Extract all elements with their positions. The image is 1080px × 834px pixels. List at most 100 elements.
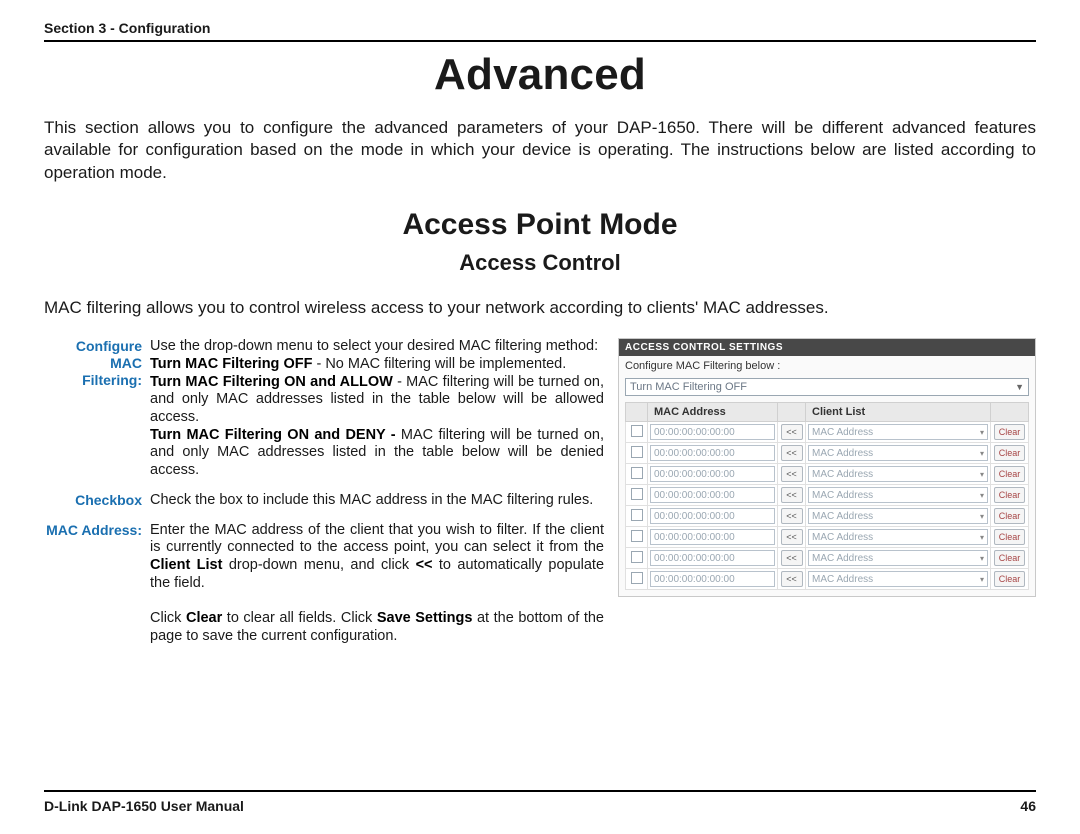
description-paragraph: MAC filtering allows you to control wire… [44,298,1036,318]
client-list-select[interactable]: MAC Address ▾ [808,571,988,587]
def-body-mac-address: Enter the MAC address of the client that… [150,522,604,646]
def-label-checkbox: Checkbox [44,492,150,510]
def-label-mac-address: MAC Address: [44,522,150,646]
def-bold: Turn MAC Filtering OFF [150,356,312,372]
page-footer: D-Link DAP-1650 User Manual 46 [44,790,1036,814]
row-checkbox[interactable] [631,425,643,437]
row-checkbox[interactable] [631,467,643,479]
def-bold: Turn MAC Filtering ON and ALLOW [150,374,393,390]
table-row: 00:00:00:00:00:00 << MAC Address▾ Clear [626,422,1029,443]
def-bold: Client List [150,557,222,573]
panel-title: ACCESS CONTROL SETTINGS [619,339,1035,356]
clear-button[interactable]: Clear [994,424,1026,440]
def-label-configure-mac: Configure MAC Filtering: [44,338,150,480]
sub-title: Access Control [44,250,1036,276]
row-checkbox[interactable] [631,488,643,500]
client-list-select[interactable]: MAC Address ▾ [808,550,988,566]
client-list-select[interactable]: MAC Address▾ [808,466,988,482]
mac-address-input[interactable]: 00:00:00:00:00:00 [650,424,775,440]
section-header: Section 3 - Configuration [44,20,1036,42]
mac-filtering-dropdown[interactable]: Turn MAC Filtering OFF ▼ [625,378,1029,396]
chevron-down-icon: ▾ [980,554,984,563]
row-checkbox[interactable] [631,509,643,521]
copy-mac-button[interactable]: << [781,508,803,524]
copy-mac-button[interactable]: << [781,571,803,587]
mac-address-input[interactable]: 00:00:00:00:00:00 [650,571,775,587]
th-clear [991,403,1029,422]
select-placeholder: MAC Address [812,490,873,501]
intro-paragraph: This section allows you to configure the… [44,117,1036,184]
footer-left: D-Link DAP-1650 User Manual [44,798,244,814]
table-row: 00:00:00:00:00:00 << MAC Address ▾ Clear [626,548,1029,569]
select-placeholder: MAC Address [812,553,873,564]
chevron-down-icon: ▾ [980,512,984,521]
select-placeholder: MAC Address [812,511,873,522]
th-client-list: Client List [806,403,991,422]
row-checkbox[interactable] [631,530,643,542]
client-list-select[interactable]: MAC Address▾ [808,424,988,440]
table-row: 00:00:00:00:00:00 << MAC Address▾ Clear [626,485,1029,506]
row-checkbox[interactable] [631,446,643,458]
mac-address-input[interactable]: 00:00:00:00:00:00 [650,466,775,482]
def-bold: Turn MAC Filtering ON and DENY - [150,427,401,443]
client-list-select[interactable]: MAC Address ▾ [808,445,988,461]
select-placeholder: MAC Address [812,448,873,459]
th-mac-address: MAC Address [648,403,778,422]
chevron-down-icon: ▾ [980,428,984,437]
row-checkbox[interactable] [631,572,643,584]
def-bold: Save Settings [377,610,473,626]
copy-mac-button[interactable]: << [781,550,803,566]
def-body-checkbox: Check the box to include this MAC addres… [150,492,604,510]
mac-address-input[interactable]: 00:00:00:00:00:00 [650,529,775,545]
footer-page-number: 46 [1020,798,1036,814]
copy-mac-button[interactable]: << [781,466,803,482]
mac-address-input[interactable]: 00:00:00:00:00:00 [650,445,775,461]
mac-address-input[interactable]: 00:00:00:00:00:00 [650,487,775,503]
mac-table: MAC Address Client List 00:00:00:00:00:0… [625,402,1029,590]
table-row: 00:00:00:00:00:00 << MAC Address ▾ Clear [626,569,1029,590]
chevron-down-icon: ▾ [980,533,984,542]
dropdown-value: Turn MAC Filtering OFF [630,381,747,393]
def-text: Enter the MAC address of the client that… [150,522,604,556]
select-placeholder: MAC Address [812,574,873,585]
table-row: 00:00:00:00:00:00 << MAC Address▾ Clear [626,464,1029,485]
table-row: 00:00:00:00:00:00 << MAC Address ▾ Clear [626,443,1029,464]
clear-button[interactable]: Clear [994,487,1026,503]
def-text: drop-down menu, and click [222,557,415,573]
client-list-select[interactable]: MAC Address ▾ [808,529,988,545]
def-bold: << [416,557,433,573]
mac-address-input[interactable]: 00:00:00:00:00:00 [650,508,775,524]
th-checkbox [626,403,648,422]
row-checkbox[interactable] [631,551,643,563]
panel-subtitle: Configure MAC Filtering below : [619,356,1035,378]
def-text: - No MAC filtering will be implemented. [312,356,566,372]
def-text: Use the drop-down menu to select your de… [150,338,598,354]
table-row: 00:00:00:00:00:00 << MAC Address ▾ Clear [626,506,1029,527]
chevron-down-icon: ▾ [980,449,984,458]
clear-button[interactable]: Clear [994,550,1026,566]
th-arrow [778,403,806,422]
chevron-down-icon: ▼ [1015,382,1024,392]
page-title: Advanced [44,50,1036,100]
client-list-select[interactable]: MAC Address▾ [808,487,988,503]
def-text: Click [150,610,186,626]
copy-mac-button[interactable]: << [781,445,803,461]
chevron-down-icon: ▾ [980,575,984,584]
mac-address-input[interactable]: 00:00:00:00:00:00 [650,550,775,566]
select-placeholder: MAC Address [812,532,873,543]
copy-mac-button[interactable]: << [781,424,803,440]
clear-button[interactable]: Clear [994,445,1026,461]
def-body-configure-mac: Use the drop-down menu to select your de… [150,338,604,480]
clear-button[interactable]: Clear [994,529,1026,545]
access-control-panel: ACCESS CONTROL SETTINGS Configure MAC Fi… [618,338,1036,597]
clear-button[interactable]: Clear [994,466,1026,482]
clear-button[interactable]: Clear [994,571,1026,587]
copy-mac-button[interactable]: << [781,529,803,545]
def-bold: Clear [186,610,222,626]
clear-button[interactable]: Clear [994,508,1026,524]
def-label-line: Filtering: [82,372,142,388]
copy-mac-button[interactable]: << [781,487,803,503]
client-list-select[interactable]: MAC Address ▾ [808,508,988,524]
select-placeholder: MAC Address [812,469,873,480]
definitions-column: Configure MAC Filtering: Use the drop-do… [44,338,604,657]
